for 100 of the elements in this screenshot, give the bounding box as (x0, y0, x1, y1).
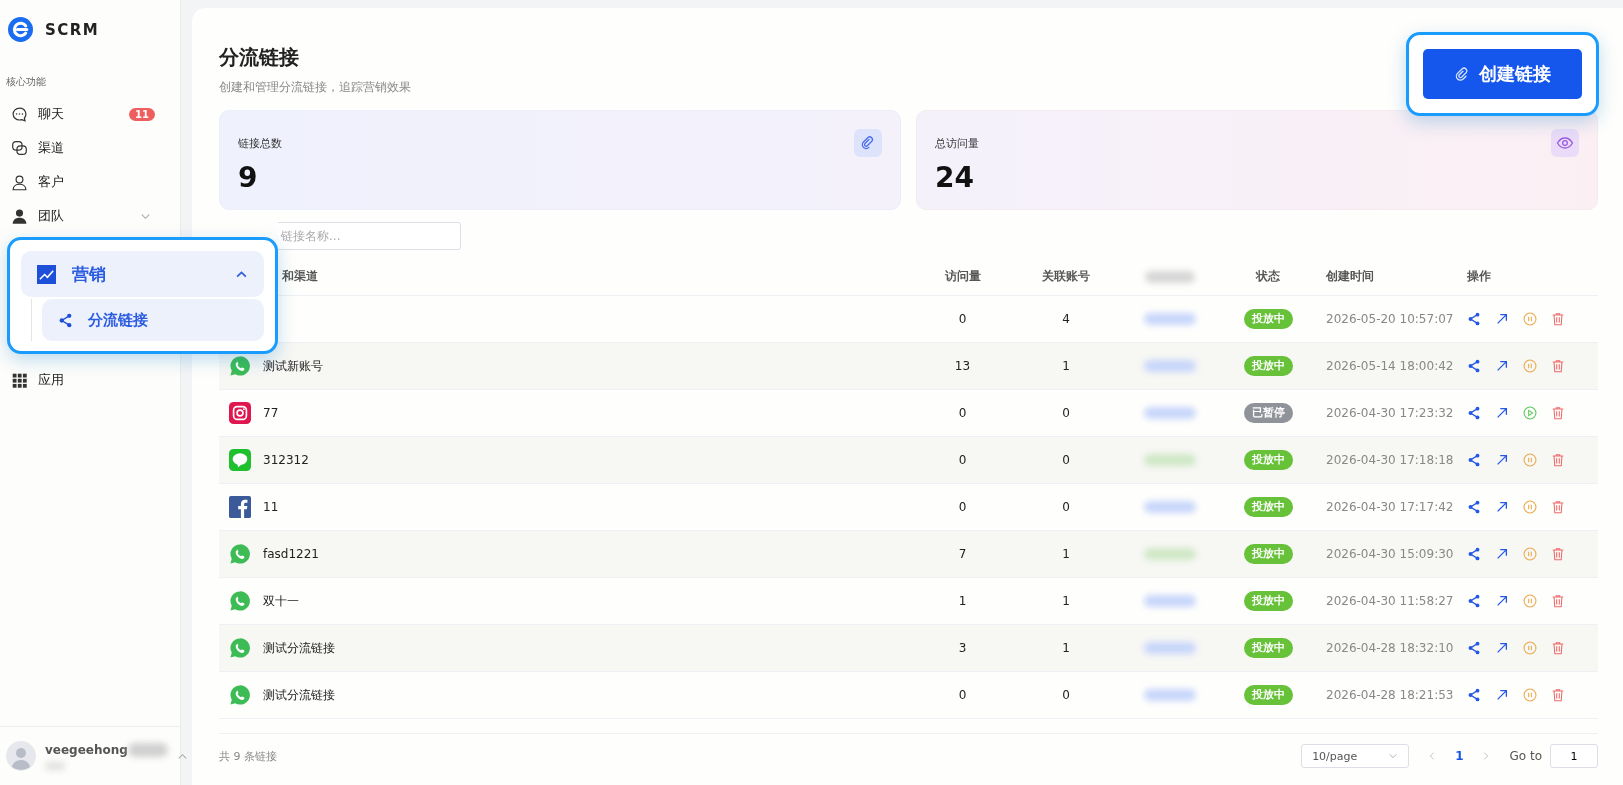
column-header: 操作 (1466, 269, 1492, 284)
visit-count: 0 (958, 312, 967, 326)
pause-icon[interactable] (1523, 594, 1537, 608)
account-count: 0 (1062, 406, 1070, 420)
menu-item[interactable]: 应用 (8, 363, 172, 397)
user-name: veegeehong (45, 742, 128, 757)
trash-icon[interactable] (1551, 406, 1565, 420)
link-name: fasd1221 (263, 547, 319, 561)
pause-icon[interactable] (1523, 641, 1537, 655)
status-badge: 投放中 (1243, 685, 1293, 705)
share-icon (58, 312, 73, 328)
created-time: 2026-04-30 17:23:32 (1326, 406, 1454, 420)
created-time: 2026-05-20 10:57:07 (1326, 312, 1454, 326)
share-icon[interactable] (1467, 500, 1481, 514)
arrow-up-right-icon[interactable] (1495, 312, 1509, 326)
link-name: 测试分流链接 (263, 639, 335, 657)
created-time: 2026-04-30 17:18:18 (1326, 453, 1454, 467)
created-time: 2026-04-28 18:21:53 (1326, 688, 1454, 702)
trash-icon[interactable] (1551, 359, 1565, 373)
column-header: 创建时间 (1325, 269, 1375, 284)
menu-item[interactable]: 团队 (8, 199, 172, 233)
share-icon[interactable] (1467, 688, 1481, 702)
stat-value: 9 (238, 161, 259, 194)
menu-label: 应用 (38, 371, 65, 389)
account-count: 1 (1062, 359, 1070, 373)
brand-name: SCRM (45, 20, 100, 39)
trash-icon[interactable] (1551, 641, 1565, 655)
account-count: 1 (1062, 547, 1070, 561)
account-count: 1 (1062, 641, 1070, 655)
goto-label: Go to (1509, 749, 1542, 763)
pause-icon[interactable] (1523, 500, 1537, 514)
share-icon[interactable] (1467, 359, 1481, 373)
status-badge: 投放中 (1243, 497, 1293, 517)
menu-label: 渠道 (38, 139, 65, 157)
trash-icon[interactable] (1551, 547, 1565, 561)
arrow-up-right-icon[interactable] (1495, 359, 1509, 373)
menu-item[interactable]: 聊天 11 (8, 97, 172, 131)
total-count: 共 9 条链接 (219, 748, 277, 764)
page-size-select[interactable]: 10/page (1301, 744, 1410, 768)
pause-icon[interactable] (1523, 453, 1537, 467)
visit-count: 0 (958, 453, 967, 467)
page-title: 分流链接 (219, 44, 299, 71)
page-number[interactable]: 1 (1455, 749, 1464, 763)
visit-count: 0 (958, 688, 967, 702)
arrow-up-right-icon[interactable] (1495, 406, 1509, 420)
share-icon[interactable] (1467, 547, 1481, 561)
arrow-up-right-icon[interactable] (1495, 641, 1509, 655)
visit-count: 0 (958, 500, 967, 514)
account-count: 0 (1062, 453, 1070, 467)
created-time: 2026-04-30 17:17:42 (1326, 500, 1454, 514)
blurred-text (1144, 270, 1195, 283)
status-badge: 投放中 (1243, 356, 1293, 376)
page-subtitle: 创建和管理分流链接，追踪营销效果 (219, 79, 411, 96)
menu-item[interactable]: 营销 (21, 251, 264, 297)
share-icon[interactable] (1467, 406, 1481, 420)
share-icon[interactable] (1467, 641, 1481, 655)
pause-icon[interactable] (1523, 312, 1537, 326)
column-header: 关联账号 (1041, 269, 1091, 284)
trash-icon[interactable] (1551, 500, 1565, 514)
trend-chart-icon (37, 264, 56, 284)
pause-icon[interactable] (1523, 547, 1537, 561)
link-name: 11 (263, 500, 279, 514)
arrow-up-right-icon[interactable] (1495, 453, 1509, 467)
link-name: 312312 (263, 453, 309, 467)
search-field[interactable]: 链接名称... (278, 222, 461, 250)
arrow-up-right-icon[interactable] (1495, 594, 1509, 608)
trash-icon[interactable] (1551, 688, 1565, 702)
overlapping-bubbles-icon (11, 139, 28, 157)
trash-icon[interactable] (1551, 453, 1565, 467)
arrow-up-right-icon[interactable] (1495, 500, 1509, 514)
trash-icon[interactable] (1551, 594, 1565, 608)
pause-icon[interactable] (1523, 359, 1537, 373)
pause-icon[interactable] (1523, 688, 1537, 702)
menu-item[interactable]: 客户 (8, 165, 172, 199)
menu-label: 客户 (38, 173, 65, 191)
trash-icon[interactable] (1551, 312, 1565, 326)
arrow-up-right-icon[interactable] (1495, 547, 1509, 561)
account-count: 0 (1062, 688, 1070, 702)
share-icon[interactable] (1467, 453, 1481, 467)
created-time: 2026-04-28 18:32:10 (1326, 641, 1454, 655)
user-icon (11, 173, 28, 191)
play-icon[interactable] (1523, 406, 1537, 420)
visit-count: 13 (954, 359, 971, 373)
arrow-up-right-icon[interactable] (1495, 688, 1509, 702)
created-time: 2026-04-30 15:09:30 (1326, 547, 1454, 561)
column-header: 状态 (1254, 269, 1281, 284)
create-link-button[interactable]: 创建链接 (1423, 49, 1582, 99)
avatar-icon (6, 741, 36, 771)
menu-item[interactable]: 渠道 (8, 131, 172, 165)
share-icon[interactable] (1467, 594, 1481, 608)
link-name: 测试分流链接 (263, 686, 335, 704)
share-icon[interactable] (1467, 312, 1481, 326)
column-header: 访问量 (943, 269, 982, 284)
visit-count: 7 (958, 547, 967, 561)
logo-icon (8, 17, 33, 42)
visit-count: 1 (958, 594, 967, 608)
status-badge: 投放中 (1243, 591, 1293, 611)
phone-bubble-icon (229, 637, 251, 659)
submenu-item[interactable]: 分流链接 (42, 299, 264, 341)
goto-page-field[interactable]: 1 (1550, 744, 1598, 768)
